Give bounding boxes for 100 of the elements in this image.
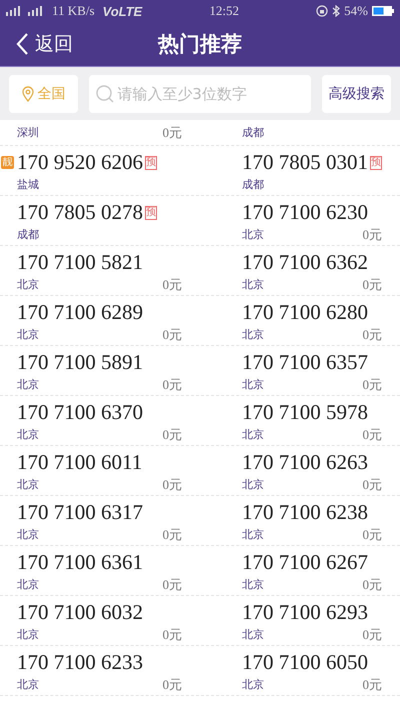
city-label: 成都 [17, 227, 39, 242]
number-item[interactable]: 170 7100 6267 北京 0元 [200, 546, 400, 595]
reserve-tag: 预 [145, 156, 157, 170]
price-label: 0元 [362, 676, 382, 694]
city-label: 北京 [17, 577, 39, 592]
battery-icon [372, 6, 394, 16]
volte-label: VoLTE [102, 4, 142, 18]
chevron-left-icon [16, 32, 29, 56]
phone-number: 170 7100 6280 [242, 300, 368, 325]
price-label: 0元 [162, 276, 182, 294]
price-label: 0元 [362, 226, 382, 244]
battery-percent: 54% [344, 3, 368, 19]
phone-number: 170 7100 6317 [17, 500, 143, 525]
clock: 12:52 [209, 3, 240, 19]
price-label: 0元 [162, 376, 182, 394]
number-item[interactable]: 170 7100 6361 北京 0元 [0, 546, 200, 595]
city-label: 北京 [242, 677, 264, 692]
city-label: 北京 [17, 277, 39, 292]
search-field[interactable]: 请输入至少3位数字 [89, 74, 312, 112]
number-item[interactable]: 170 7100 6362 北京 0元 [200, 246, 400, 295]
city-label: 北京 [242, 477, 264, 492]
advanced-search-button[interactable]: 高级搜索 [322, 74, 391, 112]
phone-number: 170 7100 5821 [17, 250, 143, 275]
phone-number: 170 7805 0278 [17, 200, 143, 225]
price-label: 0元 [162, 676, 182, 694]
phone-number: 170 7100 6289 [17, 300, 143, 325]
price-label: 0元 [362, 276, 382, 294]
number-item[interactable]: 170 7100 6357 北京 0元 [200, 346, 400, 395]
phone-number: 170 7100 6032 [17, 600, 143, 625]
city-label: 北京 [242, 527, 264, 542]
number-item[interactable]: 170 7100 5891 北京 0元 [0, 346, 200, 395]
price-label: 0元 [162, 526, 182, 544]
price-label: 0元 [362, 526, 382, 544]
price-label: 0元 [162, 476, 182, 494]
number-item[interactable]: 170 7100 6293 北京 0元 [200, 596, 400, 645]
city-label: 北京 [242, 427, 264, 442]
price-label: 0元 [362, 326, 382, 344]
phone-number: 170 7100 6357 [242, 350, 368, 375]
phone-number: 170 7100 6050 [242, 650, 368, 675]
page-title: 热门推荐 [158, 31, 242, 58]
number-item[interactable]: 170 7100 6289 北京 0元 [0, 296, 200, 345]
price-label: 0元 [362, 476, 382, 494]
city-label: 北京 [242, 377, 264, 392]
back-button[interactable]: 返回 [0, 31, 73, 57]
city-label: 盐城 [17, 177, 39, 192]
reserve-tag: 预 [370, 156, 382, 170]
price-label: 0元 [362, 376, 382, 394]
phone-number: 170 7100 6238 [242, 500, 368, 525]
city-label: 深圳 [17, 125, 39, 140]
number-item[interactable]: 170 7100 6233 北京 0元 [0, 646, 200, 695]
number-item[interactable]: 170 7100 6317 北京 0元 [0, 496, 200, 545]
city-label: 北京 [242, 577, 264, 592]
city-label: 成都 [242, 177, 264, 192]
network-speed: 11 KB/s [52, 3, 94, 19]
phone-number: 170 7100 6267 [242, 550, 368, 575]
phone-number: 170 7100 6361 [17, 550, 143, 575]
phone-number: 170 7100 5891 [17, 350, 143, 375]
price-label: 0元 [162, 576, 182, 594]
city-label: 北京 [242, 327, 264, 342]
city-label: 北京 [17, 677, 39, 692]
phone-number: 170 7100 6370 [17, 400, 143, 425]
city-label: 北京 [17, 527, 39, 542]
city-label: 北京 [17, 377, 39, 392]
phone-number: 170 7100 6362 [242, 250, 368, 275]
phone-number: 170 7100 5978 [242, 400, 368, 425]
phone-number: 170 7100 6233 [17, 650, 143, 675]
phone-number: 170 7100 6293 [242, 600, 368, 625]
city-label: 北京 [17, 627, 39, 642]
phone-number: 170 7805 0301 [242, 150, 368, 175]
city-label: 北京 [242, 227, 264, 242]
location-pin-icon [22, 86, 34, 102]
number-item[interactable]: 170 7100 6032 北京 0元 [0, 596, 200, 645]
number-item[interactable]: 170 7100 6370 北京 0元 [0, 396, 200, 445]
price-label: 0元 [162, 326, 182, 344]
number-item[interactable]: 170 7100 6238 北京 0元 [200, 496, 400, 545]
number-item[interactable]: 170 7100 6280 北京 0元 [200, 296, 400, 345]
phone-number: 170 7100 6263 [242, 450, 368, 475]
number-item[interactable]: 170 7100 5821 北京 0元 [0, 246, 200, 295]
city-label: 北京 [17, 427, 39, 442]
price-label: 0元 [362, 626, 382, 644]
phone-number: 170 9520 6206 [17, 150, 143, 175]
city-label: 北京 [17, 327, 39, 342]
city-label: 北京 [242, 277, 264, 292]
number-item[interactable]: 170 7100 6050 北京 0元 [200, 646, 400, 695]
city-label: 北京 [17, 477, 39, 492]
phone-number: 170 7100 6230 [242, 200, 368, 225]
city-label: 北京 [242, 627, 264, 642]
phone-number: 170 7100 6011 [17, 450, 142, 475]
price-label: 0元 [362, 426, 382, 444]
number-item[interactable]: 170 7100 6263 北京 0元 [200, 446, 400, 495]
number-item[interactable]: 170 7100 6011 北京 0元 [0, 446, 200, 495]
rotation-lock-icon [316, 5, 328, 17]
price-label: 0元 [162, 124, 182, 142]
number-item[interactable]: 170 7100 6230 北京 0元 [200, 196, 400, 245]
number-item[interactable]: 170 7100 5978 北京 0元 [200, 396, 400, 445]
reserve-tag: 预 [145, 206, 157, 220]
price-label: 0元 [362, 576, 382, 594]
price-label: 0元 [162, 426, 182, 444]
price-label: 0元 [162, 626, 182, 644]
bluetooth-icon [332, 5, 340, 17]
